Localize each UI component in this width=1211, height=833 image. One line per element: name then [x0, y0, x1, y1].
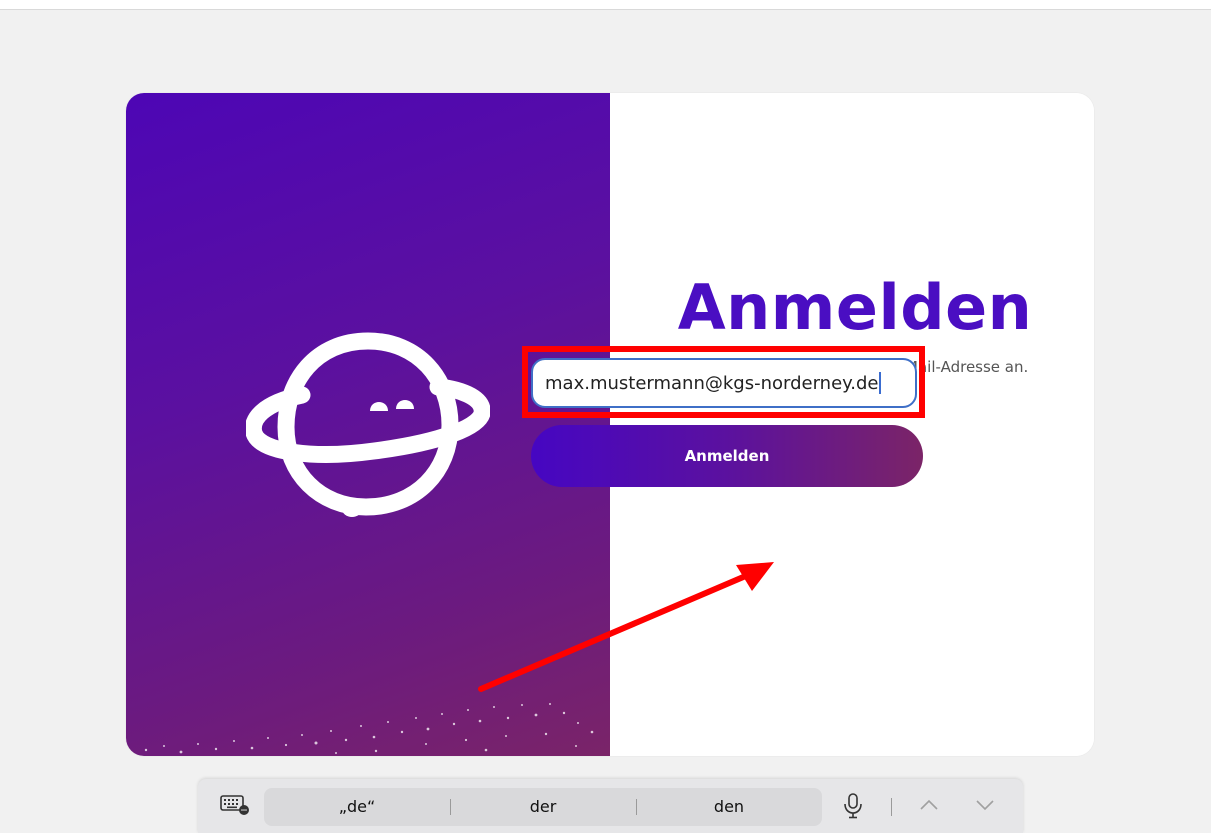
page-title: Anmelden: [677, 271, 1033, 344]
planet-face-logo-icon: [246, 332, 490, 517]
suggestion-3[interactable]: den: [636, 788, 822, 826]
text-caret: [879, 372, 882, 394]
email-field-value: max.mustermann@kgs-norderney.de: [545, 372, 879, 394]
toolbar-divider: [891, 798, 892, 816]
suggestion-2[interactable]: der: [450, 788, 636, 826]
document-header-strip: [0, 0, 1211, 10]
email-field[interactable]: max.mustermann@kgs-norderney.de: [531, 358, 917, 408]
keyboard-suggestion-bar: „de“ der den: [198, 779, 1023, 833]
brand-panel: [126, 93, 610, 756]
chevron-down-icon[interactable]: [974, 797, 996, 813]
chevron-up-icon[interactable]: [918, 797, 940, 813]
keyboard-icon[interactable]: [220, 793, 250, 817]
login-button[interactable]: Anmelden: [531, 425, 923, 487]
suggestion-strip: „de“ der den: [264, 788, 822, 826]
suggestion-1[interactable]: „de“: [264, 788, 450, 826]
microphone-icon[interactable]: [843, 793, 863, 819]
sparkle-decoration: [144, 703, 594, 754]
